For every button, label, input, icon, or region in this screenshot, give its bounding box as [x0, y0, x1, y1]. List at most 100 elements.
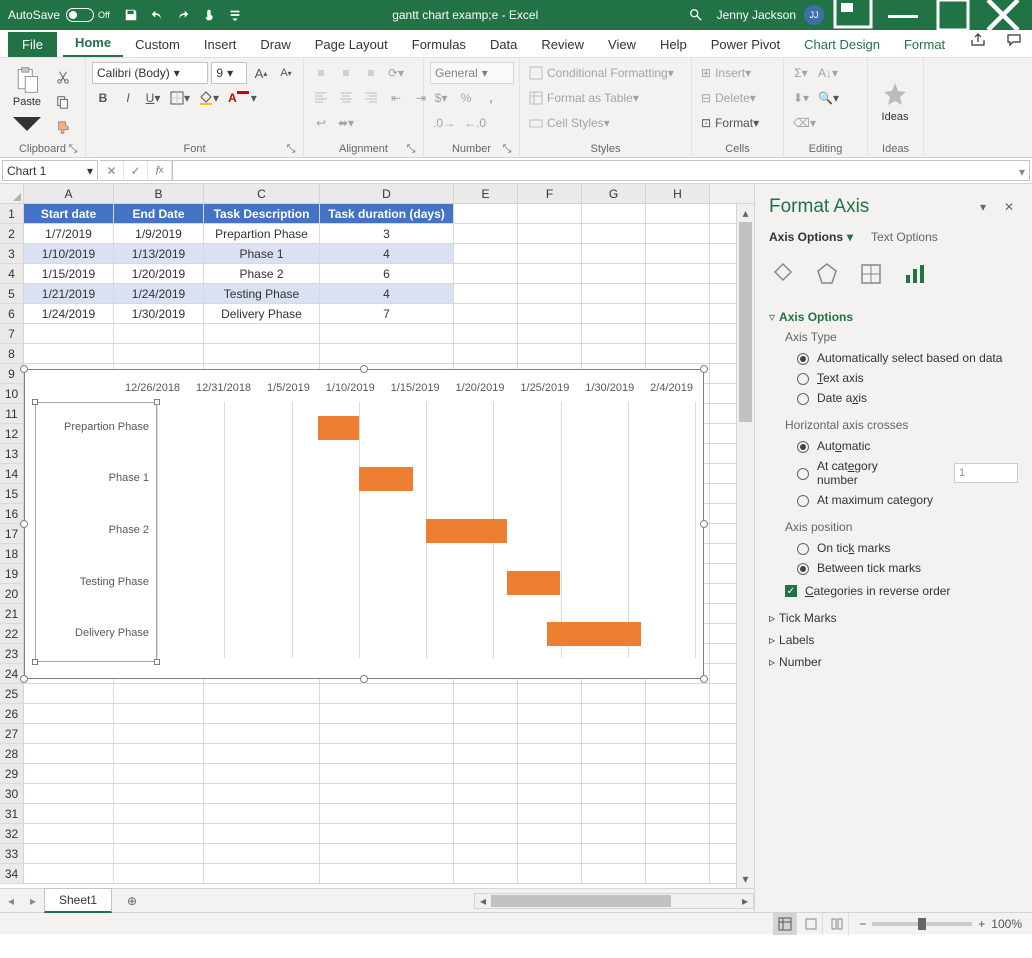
cell[interactable]: [582, 844, 646, 863]
cell[interactable]: [454, 704, 518, 723]
format-painter-button[interactable]: [52, 116, 74, 138]
cell[interactable]: [454, 844, 518, 863]
cell[interactable]: 4: [320, 284, 454, 303]
cell[interactable]: Delivery Phase: [204, 304, 320, 323]
cell[interactable]: [582, 744, 646, 763]
tab-help[interactable]: Help: [648, 31, 699, 57]
chart-handle-icon[interactable]: [20, 520, 28, 528]
cell[interactable]: 1/15/2019: [24, 264, 114, 283]
copy-button[interactable]: [52, 91, 74, 113]
comma-button[interactable]: ,: [480, 87, 502, 109]
find-select-button[interactable]: 🔍▾: [815, 87, 842, 109]
cell[interactable]: [204, 744, 320, 763]
tab-page-layout[interactable]: Page Layout: [303, 31, 400, 57]
cell[interactable]: [454, 684, 518, 703]
cell[interactable]: Start date: [24, 204, 114, 223]
gantt-bar[interactable]: [507, 571, 561, 595]
row-header[interactable]: 21: [0, 604, 24, 623]
tab-home[interactable]: Home: [63, 29, 123, 57]
cell[interactable]: [454, 784, 518, 803]
cell[interactable]: [518, 284, 582, 303]
cell[interactable]: [24, 704, 114, 723]
column-header[interactable]: F: [518, 184, 582, 203]
sheet-tab-sheet1[interactable]: Sheet1: [44, 888, 112, 913]
cell[interactable]: [582, 204, 646, 223]
row-header[interactable]: 28: [0, 744, 24, 763]
cell[interactable]: [646, 704, 710, 723]
cell[interactable]: [114, 844, 204, 863]
row-header[interactable]: 33: [0, 844, 24, 863]
cell[interactable]: [646, 324, 710, 343]
cell[interactable]: [114, 744, 204, 763]
cell[interactable]: [646, 844, 710, 863]
tab-formulas[interactable]: Formulas: [400, 31, 478, 57]
text-options-tab[interactable]: Text Options: [871, 230, 938, 244]
chart-handle-icon[interactable]: [700, 365, 708, 373]
zoom-in-button[interactable]: +: [978, 917, 985, 931]
cut-button[interactable]: [52, 66, 74, 88]
gantt-bar[interactable]: [359, 467, 413, 491]
cell[interactable]: [454, 264, 518, 283]
task-pane-close-button[interactable]: ✕: [1000, 198, 1018, 216]
sort-filter-button[interactable]: A↓▾: [815, 62, 841, 84]
clear-button[interactable]: ⌫▾: [790, 112, 819, 134]
gantt-bar[interactable]: [318, 416, 358, 440]
cell[interactable]: Prepartion Phase: [204, 224, 320, 243]
cell[interactable]: [114, 724, 204, 743]
cell[interactable]: [114, 344, 204, 363]
row-header[interactable]: 1: [0, 204, 24, 223]
percent-button[interactable]: %: [455, 87, 477, 109]
cell[interactable]: 1/20/2019: [114, 264, 204, 283]
section-labels[interactable]: ▹ Labels: [769, 629, 1018, 651]
chart-handle-icon[interactable]: [700, 520, 708, 528]
cell[interactable]: [24, 804, 114, 823]
cell[interactable]: [518, 844, 582, 863]
decrease-decimal-button[interactable]: ←.0: [461, 112, 489, 134]
cell[interactable]: [114, 824, 204, 843]
cell[interactable]: 1/7/2019: [24, 224, 114, 243]
cell[interactable]: [454, 724, 518, 743]
column-header[interactable]: E: [454, 184, 518, 203]
section-number[interactable]: ▹ Number: [769, 651, 1018, 673]
grow-font-button[interactable]: A▴: [250, 62, 272, 84]
cell[interactable]: [454, 864, 518, 883]
borders-button[interactable]: ▾: [167, 87, 193, 109]
cell[interactable]: [518, 724, 582, 743]
cell[interactable]: [320, 824, 454, 843]
zoom-level[interactable]: 100%: [991, 917, 1022, 931]
cell[interactable]: [454, 284, 518, 303]
column-header[interactable]: G: [582, 184, 646, 203]
formula-input[interactable]: ▾: [173, 160, 1030, 181]
gantt-bar[interactable]: [426, 519, 507, 543]
chart-handle-icon[interactable]: [20, 365, 28, 373]
cell[interactable]: 1/21/2019: [24, 284, 114, 303]
cell[interactable]: [204, 704, 320, 723]
cell[interactable]: [204, 864, 320, 883]
tab-custom[interactable]: Custom: [123, 31, 192, 57]
italic-button[interactable]: I: [117, 87, 139, 109]
zoom-out-button[interactable]: −: [859, 917, 866, 931]
name-box[interactable]: Chart 1▾: [2, 160, 98, 181]
cell[interactable]: [518, 304, 582, 323]
cell[interactable]: [24, 724, 114, 743]
chart-handle-icon[interactable]: [360, 675, 368, 683]
cell[interactable]: [582, 304, 646, 323]
column-header[interactable]: C: [204, 184, 320, 203]
cell[interactable]: [582, 224, 646, 243]
touch-mode-button[interactable]: [196, 0, 222, 30]
cell[interactable]: [518, 264, 582, 283]
tab-data[interactable]: Data: [478, 31, 529, 57]
row-header[interactable]: 13: [0, 444, 24, 463]
cell[interactable]: [114, 784, 204, 803]
row-header[interactable]: 20: [0, 584, 24, 603]
cell[interactable]: 1/10/2019: [24, 244, 114, 263]
cell[interactable]: [320, 864, 454, 883]
row-header[interactable]: 25: [0, 684, 24, 703]
row-header[interactable]: 19: [0, 564, 24, 583]
radio-text-axis[interactable]: Text axis: [769, 368, 1018, 388]
fill-button[interactable]: ⬇▾: [790, 87, 812, 109]
column-header[interactable]: H: [646, 184, 710, 203]
save-button[interactable]: [118, 0, 144, 30]
category-number-input[interactable]: [954, 463, 1018, 483]
cell[interactable]: [518, 324, 582, 343]
